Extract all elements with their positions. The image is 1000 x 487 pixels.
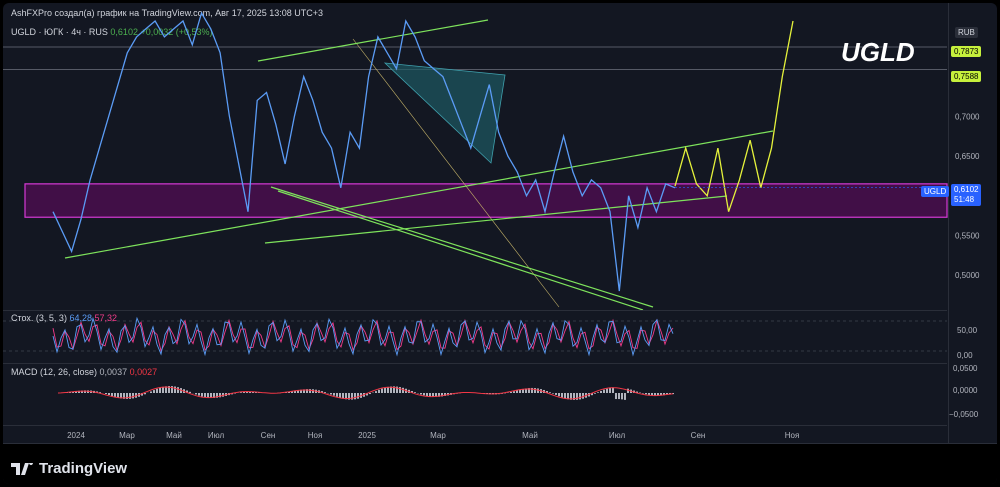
tradingview-logo: TradingView <box>11 460 127 477</box>
stoch-k-value: 64,28 <box>69 313 92 323</box>
level-tag-1: 0,7873 <box>951 46 982 57</box>
x-tick-label: Июл <box>609 431 626 440</box>
stoch-legend[interactable]: Стох. (3, 5, 3) 64,28 57,32 <box>11 313 117 323</box>
last-price-value: 0,6102 <box>954 185 979 194</box>
macd-tick-bottom: −0,0500 <box>949 410 979 419</box>
y-tick-label: 0,5000 <box>955 271 980 280</box>
x-tick-label: Май <box>522 431 538 440</box>
time-axis-border <box>3 425 947 426</box>
macd-title: MACD (12, 26, close) <box>11 367 98 377</box>
symbol-price-tag: UGLD <box>921 186 950 197</box>
macd-tick-top: 0,0500 <box>953 364 978 373</box>
last-price-tag: 0,6102 51:48 <box>951 184 982 206</box>
macd-value-1: 0,0037 <box>99 367 128 377</box>
projection-path <box>674 20 794 212</box>
chart-title: UGLD <box>841 37 915 67</box>
x-tick-label: Май <box>166 431 182 440</box>
x-tick-label: 2025 <box>358 431 376 440</box>
x-tick-label: Ноя <box>308 431 323 440</box>
x-tick-label: Ноя <box>785 431 800 440</box>
pane-divider-stoch[interactable] <box>3 310 947 311</box>
y-tick-label: 0,6500 <box>955 152 980 161</box>
tradingview-icon <box>11 462 33 475</box>
price-series-line <box>52 11 676 292</box>
currency-label[interactable]: RUB <box>955 27 978 38</box>
stoch-d-line <box>52 318 674 353</box>
stoch-title: Стох. (3, 5, 3) <box>11 313 67 323</box>
y-tick-label: 0,5500 <box>955 232 980 241</box>
x-tick-label: Сен <box>261 431 276 440</box>
stoch-tick-0: 0,00 <box>957 351 973 360</box>
level-tag-2: 0,7588 <box>951 71 982 82</box>
stoch-tick-50: 50,00 <box>957 326 978 335</box>
y-tick-label: 0,7000 <box>955 112 980 121</box>
triangle-pattern <box>383 62 506 164</box>
x-tick-label: 2024 <box>67 431 85 440</box>
footer: TradingView <box>3 443 997 484</box>
x-tick-label: Мар <box>430 431 446 440</box>
chart-frame: AshFXPro создал(а) график на TradingView… <box>3 3 997 484</box>
x-tick-label: Мар <box>119 431 135 440</box>
stoch-d-value: 57,32 <box>94 313 118 323</box>
macd-legend[interactable]: MACD (12, 26, close) 0,0037 0,0027 <box>11 367 157 377</box>
macd-tick-mid: 0,0000 <box>953 386 978 395</box>
chart-canvas[interactable]: 0,75000,70000,65000,55000,50002024МарМай… <box>3 3 997 443</box>
x-tick-label: Сен <box>691 431 706 440</box>
x-tick-label: Июл <box>208 431 225 440</box>
pane-divider-macd[interactable] <box>3 363 947 364</box>
trendline-upper <box>257 19 489 62</box>
bar-countdown: 51:48 <box>954 195 975 204</box>
macd-value-2: 0,0027 <box>129 367 158 377</box>
